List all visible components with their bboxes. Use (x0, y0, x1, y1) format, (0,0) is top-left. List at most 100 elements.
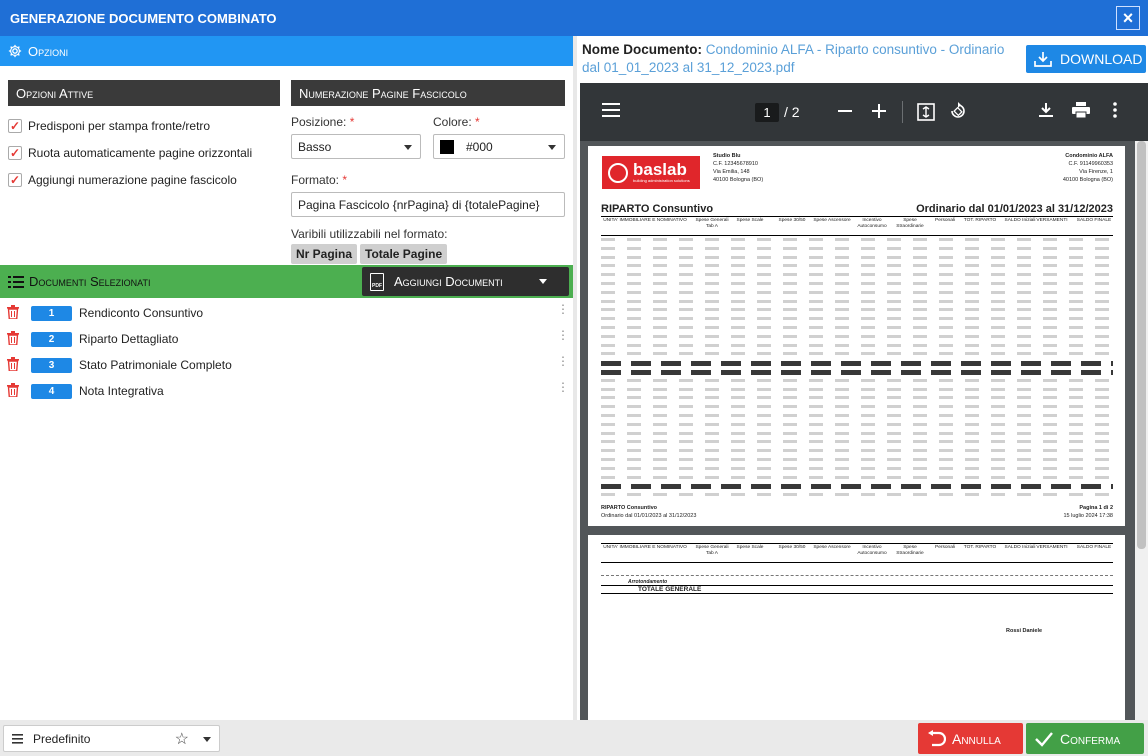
document-name: Nome Documento: Condominio ALFA - Ripart… (582, 42, 1005, 75)
trash-icon[interactable] (7, 383, 19, 397)
pdf-column-header: Spese Scale (736, 218, 764, 223)
rotate-icon[interactable] (949, 102, 967, 120)
pdf-column-header: Spese Ascensore (813, 218, 851, 223)
close-icon[interactable]: × (1116, 6, 1140, 30)
checkbox[interactable]: ✓ (8, 118, 22, 133)
pdf-table-line (601, 475, 1113, 479)
position-select[interactable]: Basso (291, 134, 421, 159)
pdf-footer-right: Pagina 1 di 2 15 luglio 2024 17:38 (1063, 505, 1113, 519)
preset-select[interactable]: Predefinito ☆ (3, 725, 220, 752)
documents-header: Documenti Selezionati PDF Aggiungi Docum… (0, 265, 573, 298)
pdf-column-header: VERSAMENTI (1036, 218, 1068, 223)
pdf-table-line (601, 370, 1113, 375)
numbering-options: Numerazione Pagine Fascicolo Posizione: … (291, 80, 565, 264)
menu-icon (12, 733, 23, 744)
pdf-table-body (601, 238, 1113, 502)
add-documents-button[interactable]: PDF Aggiungi Documenti (362, 267, 569, 296)
pdf-table-line (601, 238, 1113, 241)
drag-handle-icon[interactable]: ⋮⋮ (557, 381, 573, 393)
chevron-down-icon (548, 145, 556, 150)
left-panel: Opzioni Opzioni Attive ✓ Predisponi per s… (0, 36, 573, 720)
fit-page-icon[interactable] (917, 103, 935, 121)
color-label: Colore: * (433, 115, 480, 129)
download-icon (1034, 52, 1052, 67)
pdf-column-header: TOT. RIPARTO (963, 218, 997, 223)
pdf-column-header: Spese 30/50 (778, 218, 806, 223)
document-order-badge: 3 (31, 358, 72, 373)
drag-handle-icon[interactable]: ⋮⋮ (557, 329, 573, 341)
var-tag-nr-pagina[interactable]: Nr Pagina (291, 244, 358, 264)
check-icon (1035, 731, 1053, 747)
pdf-signature: Rossi Daniele (1006, 628, 1043, 634)
vars-label: Varibili utilizzabili nel formato: (291, 227, 448, 241)
pdf-table-line (601, 273, 1113, 277)
pdf-footer-left: RIPARTO Consuntivo Ordinario dal 01/01/20… (601, 505, 697, 519)
download-button[interactable]: DOWNLOAD (1026, 45, 1146, 73)
document-name-label: Nota Integrativa (79, 384, 164, 398)
dialog-title: GENERAZIONE DOCUMENTO COMBINATO (10, 10, 277, 26)
trash-icon[interactable] (7, 357, 19, 371)
pdf-table-header: UNITA' IMMOBILIARE E NOMINATIVO Spese Gen… (601, 543, 1113, 563)
pdf-column-header: SALDO FINALE (1076, 545, 1112, 550)
pdf-table-header: UNITA' IMMOBILIARE E NOMINATIVO Spese Gen… (601, 216, 1113, 236)
condominio-info: Condominio ALFA C.F. 91149960353 Via Firen… (1062, 153, 1113, 183)
pdf-table-line (601, 282, 1113, 285)
document-order-badge: 2 (31, 332, 72, 347)
cancel-button[interactable]: Annulla (918, 723, 1023, 754)
pdf-table-line (601, 431, 1113, 435)
pdf-toolbar: 1 / 2 (580, 83, 1148, 141)
option-rotate[interactable]: ✓ Ruota automaticamente pagine orizzontal… (8, 139, 280, 166)
option-duplex[interactable]: ✓ Predisponi per stampa fronte/retro (8, 112, 280, 139)
pdf-table-line (601, 414, 1113, 417)
document-row[interactable]: 4 Nota Integrativa ⋮⋮ (0, 378, 573, 404)
trash-icon[interactable] (7, 305, 19, 319)
pdf-table-line (601, 343, 1113, 347)
star-icon[interactable]: ☆ (175, 729, 189, 749)
download-icon[interactable] (1038, 102, 1054, 118)
pdf-scrollbar[interactable] (1135, 141, 1148, 720)
pdf-table-line (601, 378, 1113, 382)
pdf-page-1: baslab building administration solutions … (588, 146, 1125, 526)
document-order-badge: 1 (31, 306, 72, 321)
more-vertical-icon[interactable] (1113, 102, 1117, 118)
preview-panel: Nome Documento: Condominio ALFA - Ripart… (577, 36, 1148, 720)
studio-info: Studio Blu C.F. 12345678910 Via Emilia, 14… (713, 153, 764, 183)
pdf-table-line (601, 264, 1113, 268)
pdf-table-line (601, 290, 1113, 294)
list-icon (8, 275, 24, 288)
document-row[interactable]: 3 Stato Patrimoniale Completo ⋮⋮ (0, 352, 573, 378)
document-name-label: Riparto Dettagliato (79, 332, 179, 346)
options-header: Opzioni (0, 36, 573, 66)
pdf-table-line (601, 334, 1113, 338)
chevron-down-icon (404, 145, 412, 150)
document-row[interactable]: 2 Riparto Dettagliato ⋮⋮ (0, 326, 573, 352)
pdf-table-line (601, 440, 1113, 444)
gear-icon (8, 44, 22, 58)
pdf-column-header: Spese Ascensore (813, 545, 851, 550)
confirm-button[interactable]: Conferma (1026, 723, 1144, 754)
color-select[interactable]: #000 (433, 134, 565, 159)
drag-handle-icon[interactable]: ⋮⋮ (557, 355, 573, 367)
option-page-numbers[interactable]: ✓ Aggiungi numerazione pagine fascicolo (8, 166, 280, 193)
drag-handle-icon[interactable]: ⋮⋮ (557, 303, 573, 315)
pdf-table-line (601, 449, 1113, 453)
print-icon[interactable] (1072, 102, 1090, 118)
pdf-column-header: Personali (935, 218, 955, 223)
chevron-down-icon (203, 737, 211, 742)
documents-header-label: Documenti Selezionati (29, 274, 151, 289)
checkbox[interactable]: ✓ (8, 172, 22, 187)
document-row[interactable]: 1 Rendiconto Consuntivo ⋮⋮ (0, 300, 573, 326)
menu-icon[interactable] (602, 103, 620, 117)
pdf-table-line (601, 458, 1113, 461)
trash-icon[interactable] (7, 331, 19, 345)
zoom-in-icon[interactable] (872, 104, 886, 118)
checkbox[interactable]: ✓ (8, 145, 22, 160)
zoom-out-icon[interactable] (838, 110, 852, 112)
page-number-input[interactable]: 1 (755, 103, 779, 122)
pdf-table-line (601, 387, 1113, 391)
var-tag-totale-pagine[interactable]: Totale Pagine (360, 244, 448, 264)
pdf-column-header: Spese Generali Tab A (695, 218, 729, 229)
pdf-table-line (601, 299, 1113, 303)
scrollbar-thumb[interactable] (1137, 141, 1146, 549)
format-input[interactable]: Pagina Fascicolo {nrPagina} di {totalePa… (291, 192, 565, 217)
